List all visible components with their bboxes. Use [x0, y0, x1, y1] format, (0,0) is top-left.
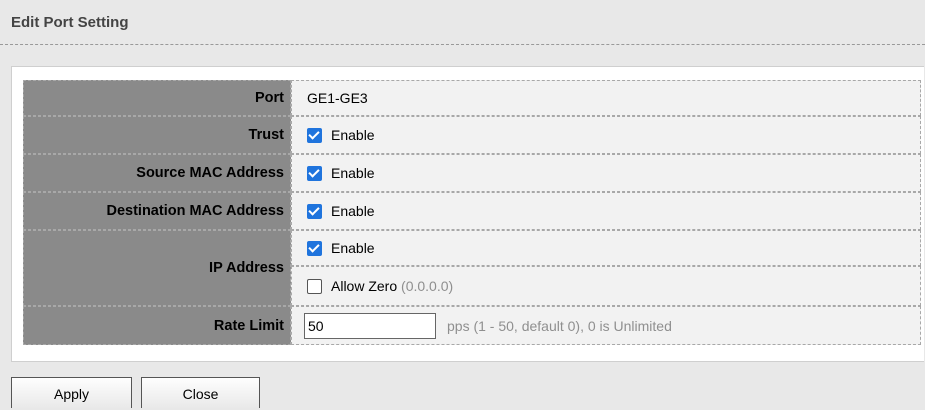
close-button[interactable]: Close — [141, 377, 260, 408]
row-rate-limit: Rate Limit 50 pps (1 - 50, default 0), 0 … — [23, 306, 921, 345]
destination-mac-checkbox[interactable] — [307, 204, 322, 219]
settings-panel: Port GE1-GE3 Trust Enable Source MAC Add… — [11, 66, 924, 362]
trust-cell: Enable — [291, 116, 921, 154]
destination-mac-label: Destination MAC Address — [23, 192, 291, 230]
ip-enable-checkbox[interactable] — [307, 241, 322, 256]
port-settings-table: Port GE1-GE3 Trust Enable Source MAC Add… — [23, 80, 921, 345]
ip-allow-zero-cell: Allow Zero (0.0.0.0) — [291, 266, 921, 306]
allow-zero-checkbox[interactable] — [307, 279, 322, 294]
trust-label: Trust — [23, 116, 291, 154]
row-destination-mac: Destination MAC Address Enable — [23, 192, 921, 230]
rate-limit-input[interactable]: 50 — [304, 312, 436, 339]
allow-zero-option-label: Allow Zero — [331, 278, 398, 294]
ip-enable-cell: Enable — [291, 230, 921, 266]
rate-limit-label: Rate Limit — [23, 306, 291, 345]
destination-mac-option-label: Enable — [331, 203, 375, 219]
trust-option-label: Enable — [331, 127, 375, 143]
trust-checkbox[interactable] — [307, 128, 322, 143]
source-mac-option-label: Enable — [331, 165, 375, 181]
source-mac-cell: Enable — [291, 154, 921, 192]
page-title: Edit Port Setting — [11, 14, 129, 31]
source-mac-checkbox[interactable] — [307, 166, 322, 181]
row-trust: Trust Enable — [23, 116, 921, 154]
apply-button[interactable]: Apply — [11, 377, 132, 408]
port-value: GE1-GE3 — [291, 80, 921, 116]
source-mac-label: Source MAC Address — [23, 154, 291, 192]
rate-limit-hint: pps (1 - 50, default 0), 0 is Unlimited — [447, 317, 672, 334]
row-ip-address: IP Address Enable — [23, 230, 921, 306]
destination-mac-cell: Enable — [291, 192, 921, 230]
row-port: Port GE1-GE3 — [23, 80, 921, 116]
port-label: Port — [23, 80, 291, 116]
ip-address-label: IP Address — [23, 230, 291, 306]
allow-zero-note: (0.0.0.0) — [401, 278, 454, 294]
page-header: Edit Port Setting — [0, 0, 925, 45]
row-source-mac: Source MAC Address Enable — [23, 154, 921, 192]
ip-enable-option-label: Enable — [331, 240, 375, 256]
rate-limit-cell: 50 pps (1 - 50, default 0), 0 is Unlimite… — [291, 306, 921, 345]
